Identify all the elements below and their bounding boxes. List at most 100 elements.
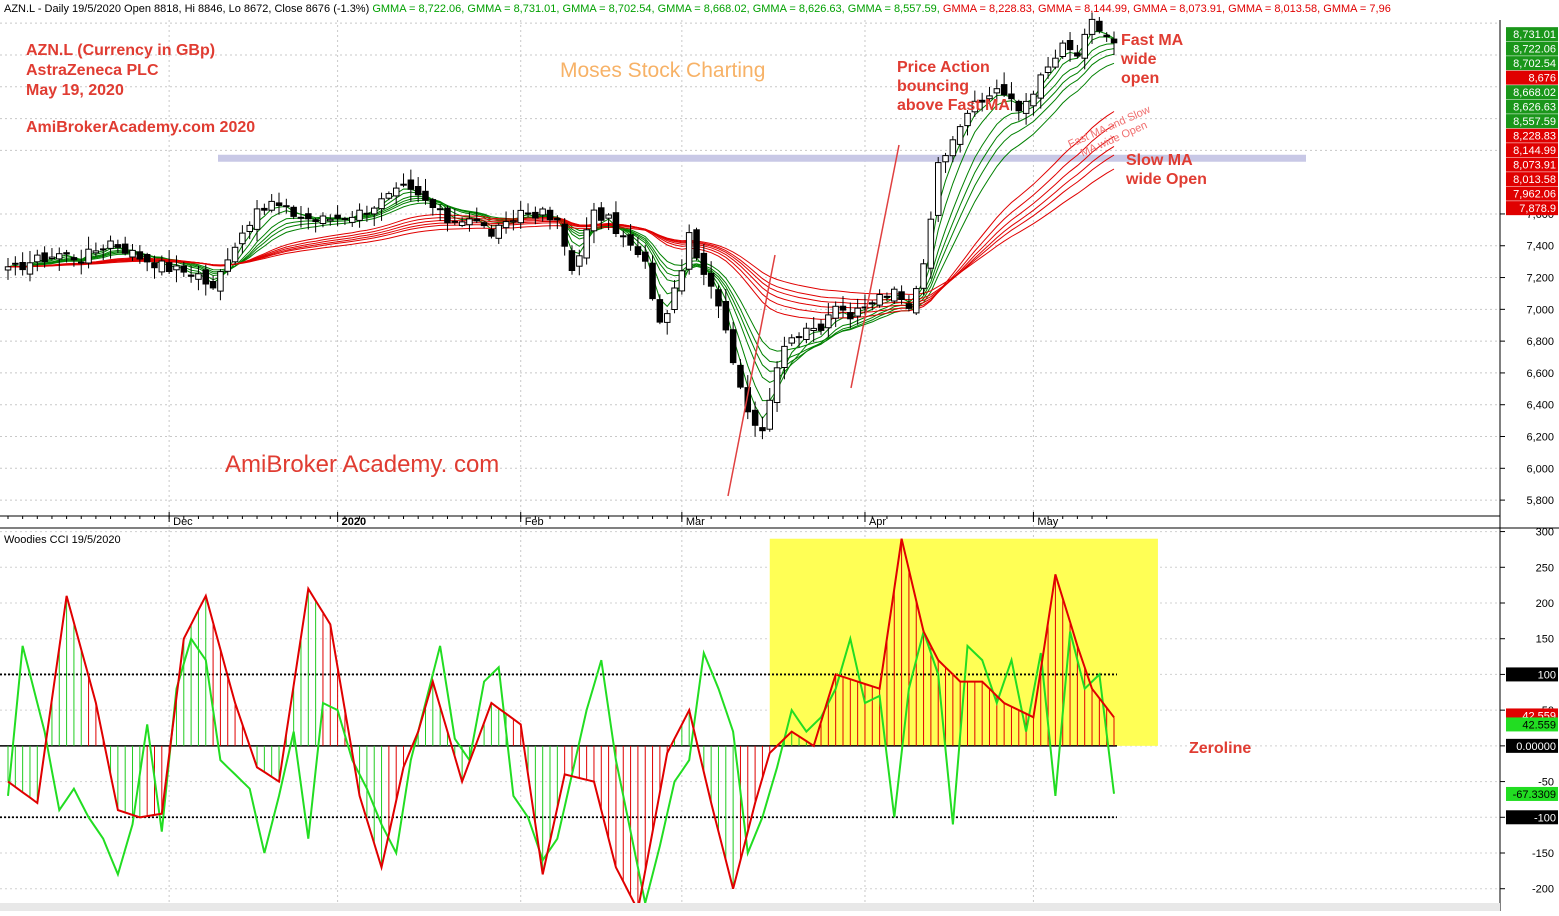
candle-body <box>253 208 261 230</box>
candle-body <box>305 213 312 220</box>
x-tick-label: Feb <box>525 516 544 528</box>
candle-body <box>4 266 12 271</box>
site-label: AmiBrokerAcademy.com 2020 <box>26 119 255 136</box>
candle-body <box>100 248 107 251</box>
candle-body <box>217 271 224 292</box>
candle-body <box>327 218 334 222</box>
candle-body <box>1030 93 1037 107</box>
candle-body <box>634 246 642 255</box>
candle-body <box>114 244 122 248</box>
candle-body <box>1044 66 1052 73</box>
header-segment-5: GMMA = 8,626.63, <box>750 3 845 15</box>
candle-body <box>964 112 971 127</box>
chart-svg[interactable]: AZN.L - Daily 19/5/2020 Open 8818, Hi 88… <box>0 0 1559 914</box>
price-tag-label: 8,557.59 <box>1513 116 1556 128</box>
candle-body <box>832 305 839 319</box>
candle-body <box>290 206 297 217</box>
candle-body <box>319 215 327 224</box>
candle-body <box>356 209 363 221</box>
candle-body <box>143 254 151 263</box>
slow-ma-2: wide Open <box>1125 171 1207 188</box>
header-segment-9: GMMA = 8,073.91, <box>1130 3 1225 15</box>
candle-body <box>891 288 898 302</box>
candle-body <box>224 259 231 272</box>
candle-body <box>598 207 605 221</box>
candle-body <box>664 313 671 323</box>
candle-body <box>927 218 935 269</box>
candle-body <box>173 265 180 271</box>
candle-body <box>378 198 385 210</box>
tick-label-price: 7,400 <box>1526 241 1554 253</box>
candle-body <box>1081 33 1088 59</box>
zeroline-label: Zeroline <box>1189 740 1251 757</box>
ticker-label: AZN.L (Currency in GBp) <box>26 42 215 59</box>
candle-body <box>107 240 114 249</box>
candle-body <box>751 409 759 426</box>
header-segment-2: GMMA = 8,731.01, <box>464 3 559 15</box>
fast-ma-2: wide <box>1120 51 1157 68</box>
scroll-bar[interactable] <box>0 903 1500 911</box>
price-tag-label: 8,073.91 <box>1513 160 1556 172</box>
candle-body <box>590 209 598 232</box>
tick-label-price: 6,000 <box>1526 463 1554 475</box>
price-action-3: above Fast MA <box>897 97 1010 114</box>
candle-body <box>209 281 217 289</box>
date-label: May 19, 2020 <box>26 82 124 99</box>
candle-body <box>231 246 239 263</box>
candle-body <box>268 200 275 211</box>
price-action-1: Price Action <box>897 59 990 76</box>
candle-body <box>414 186 422 196</box>
candle-body <box>385 193 393 199</box>
candle-body <box>1088 18 1096 35</box>
header-segment-7: GMMA = 8,228.83, <box>940 3 1035 15</box>
candle-body <box>1015 100 1022 112</box>
chart-root: AZN.L - Daily 19/5/2020 Open 8818, Hi 88… <box>0 0 1559 914</box>
price-tag-label: 8,228.83 <box>1513 131 1556 143</box>
tick-label-cci: -200 <box>1532 884 1554 896</box>
tick-label-price: 6,800 <box>1526 336 1554 348</box>
header-segment-4: GMMA = 8,668.02, <box>655 3 750 15</box>
candle-body <box>458 221 466 226</box>
candle-body <box>85 248 92 264</box>
candle-body <box>187 274 195 277</box>
candle-body <box>56 253 63 260</box>
tick-label-price: 6,600 <box>1526 368 1554 380</box>
fast-ma-1: Fast MA <box>1121 32 1184 49</box>
candle-body <box>568 250 576 271</box>
candle-body <box>261 207 268 211</box>
candle-body <box>656 299 664 323</box>
candle-body <box>854 307 861 317</box>
candle-body <box>422 190 429 201</box>
price-tag-label: 8,676 <box>1528 73 1556 85</box>
candle-body <box>165 262 173 273</box>
price-tag-label: -67.3309 <box>1513 789 1556 801</box>
candle-body <box>488 229 495 237</box>
candle-body <box>341 218 349 220</box>
candle-body <box>246 224 253 232</box>
candle-body <box>400 183 407 186</box>
candle-body <box>583 229 590 259</box>
candle-body <box>1000 84 1008 96</box>
candle-body <box>671 287 678 310</box>
header-segment-10: GMMA = 8,013.58, <box>1225 3 1320 15</box>
candle-body <box>546 209 554 221</box>
price-tag-label: 8,144.99 <box>1513 145 1556 157</box>
candle-body <box>935 162 942 216</box>
candle-body <box>429 199 437 209</box>
candle-body <box>510 220 517 223</box>
x-tick-label: Dec <box>173 516 193 528</box>
candle-body <box>283 205 290 208</box>
candle-body <box>795 336 803 339</box>
candle-body <box>92 250 100 254</box>
candle-body <box>151 262 158 269</box>
candle-body <box>70 257 78 261</box>
slow-ma-1: Slow MA <box>1126 152 1193 169</box>
candle-body <box>678 270 686 292</box>
x-tick-label: Mar <box>686 516 705 528</box>
candle-body <box>1096 20 1103 32</box>
candle-body <box>773 367 781 403</box>
candle-body <box>993 88 1001 94</box>
price-tag-label: 7,878.9 <box>1519 203 1556 215</box>
candle-body <box>195 273 202 280</box>
candle-body <box>275 202 283 206</box>
